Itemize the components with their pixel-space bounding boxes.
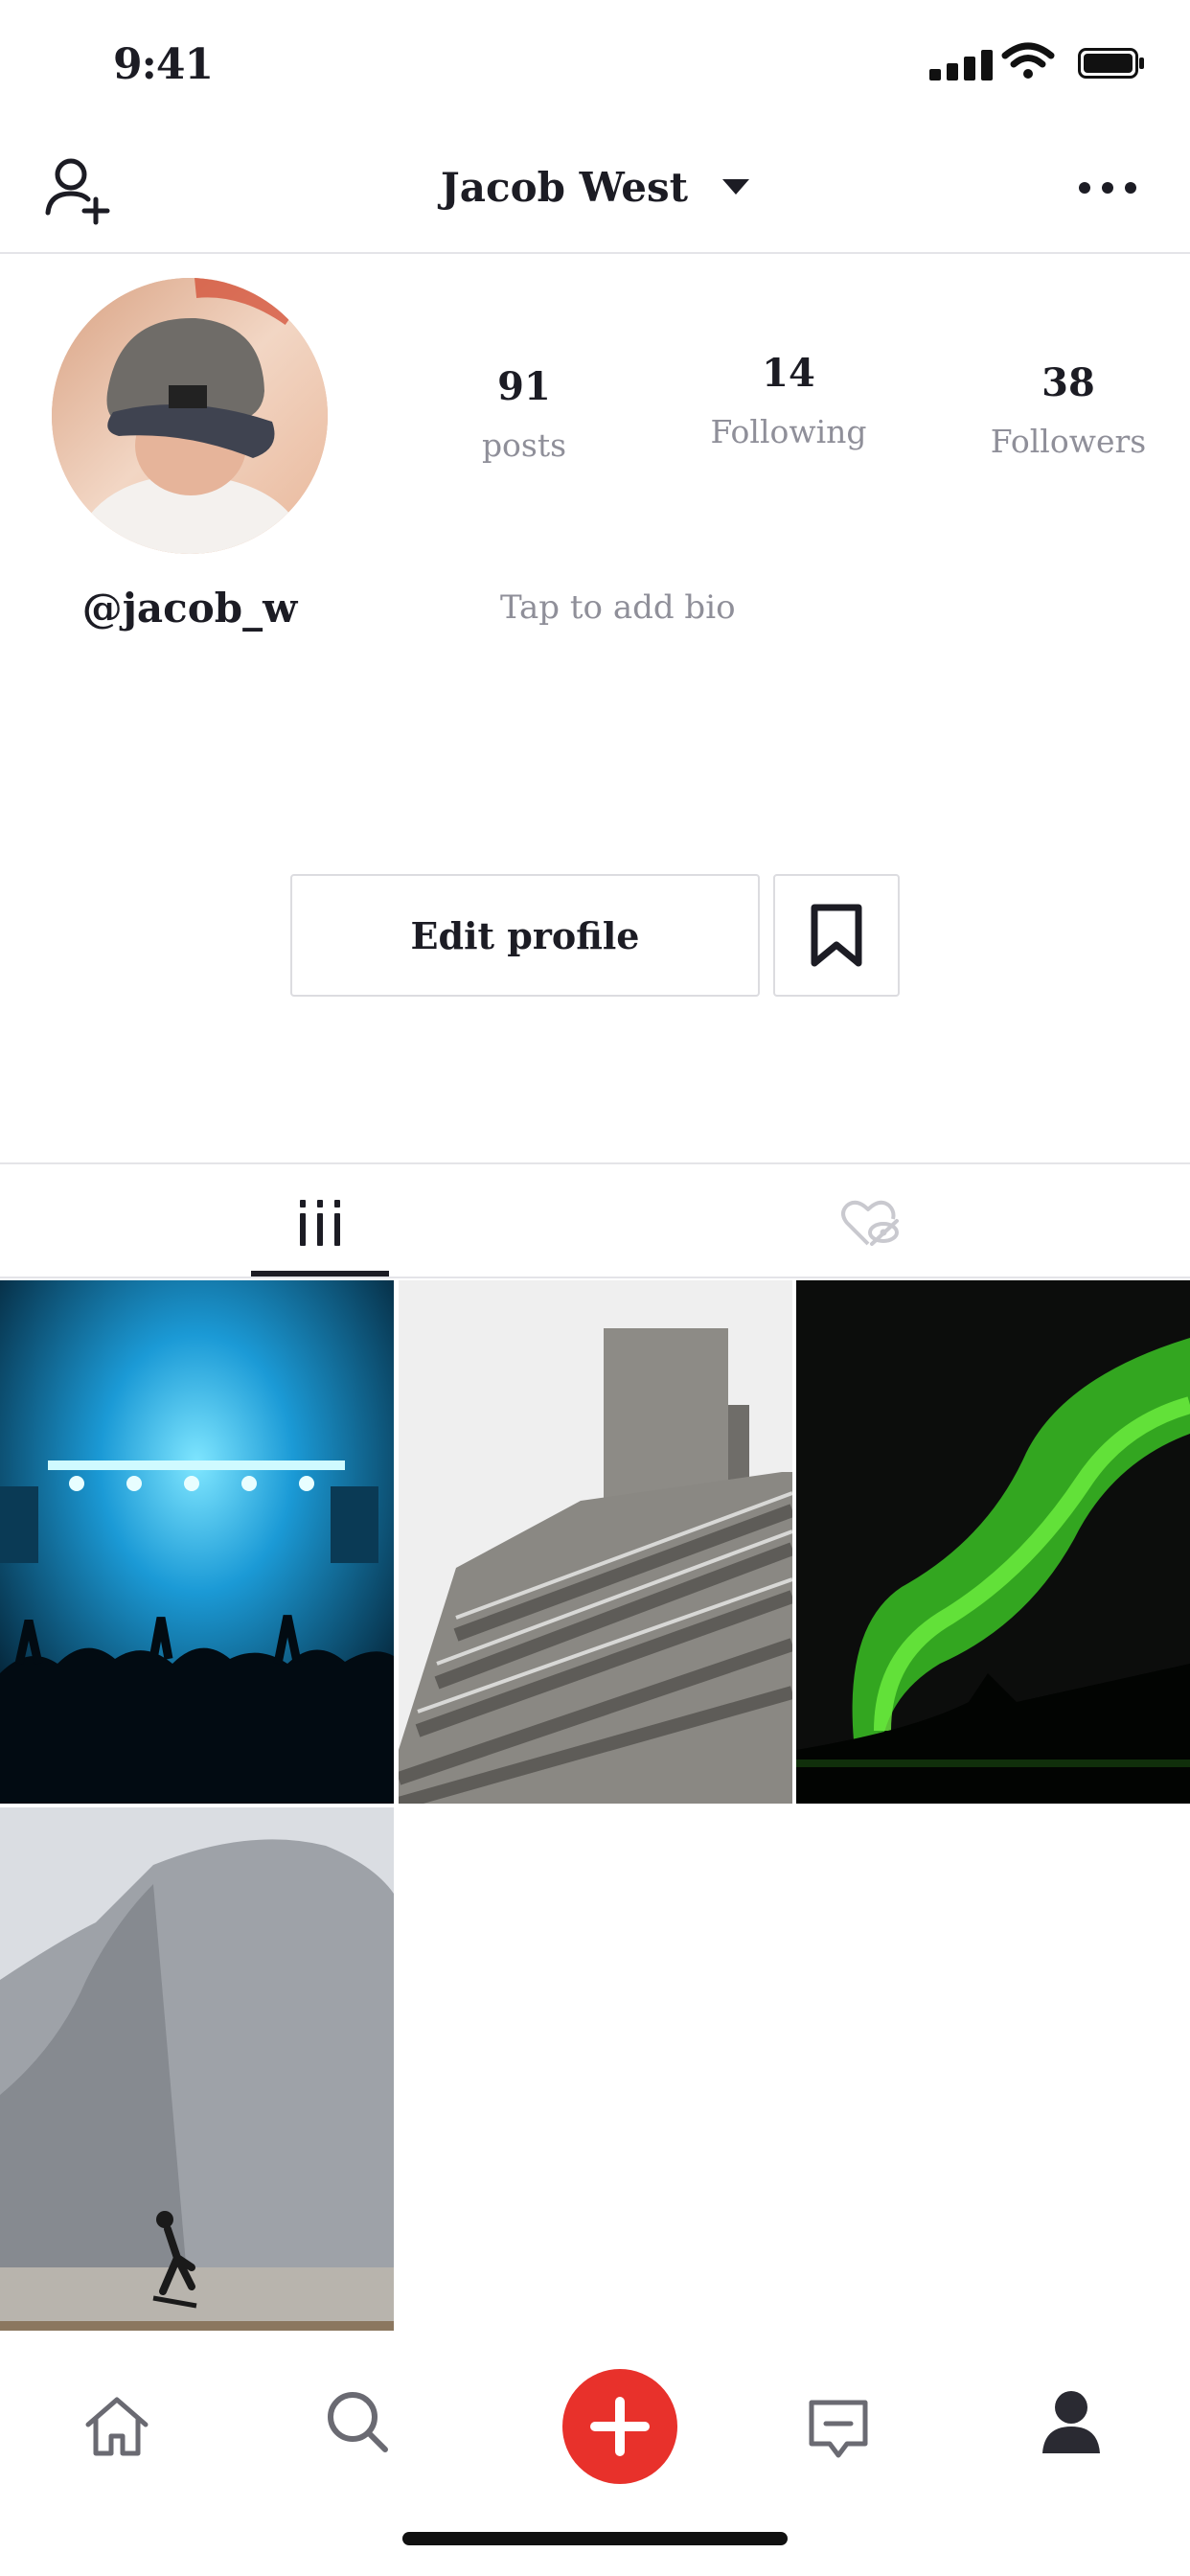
search-icon[interactable] bbox=[324, 2388, 391, 2455]
stat-posts-value: 91 bbox=[497, 364, 551, 409]
wifi-icon bbox=[1001, 42, 1055, 79]
stat-following-label: Following bbox=[710, 413, 867, 450]
tab-posts[interactable] bbox=[251, 1169, 389, 1276]
stat-posts[interactable]: 91 posts bbox=[400, 364, 649, 464]
bio-placeholder[interactable]: Tap to add bio bbox=[500, 588, 736, 627]
profile-icon[interactable] bbox=[1041, 2388, 1102, 2455]
stat-followers[interactable]: 38 Followers bbox=[944, 360, 1190, 460]
saved-posts-button[interactable] bbox=[773, 874, 900, 997]
bookmark-icon bbox=[811, 904, 862, 967]
tab-liked[interactable] bbox=[801, 1169, 939, 1276]
tabs-divider-bottom bbox=[0, 1276, 1190, 1278]
post-thumbnail[interactable] bbox=[796, 1280, 1190, 1804]
status-time: 9:41 bbox=[113, 40, 214, 89]
header-divider bbox=[0, 252, 1190, 254]
post-thumbnail[interactable] bbox=[0, 1280, 394, 1804]
edit-profile-button[interactable]: Edit profile bbox=[290, 874, 760, 997]
grid-icon bbox=[300, 1200, 340, 1246]
home-indicator[interactable] bbox=[402, 2532, 788, 2545]
create-post-button[interactable] bbox=[562, 2369, 677, 2484]
avatar[interactable] bbox=[52, 278, 328, 554]
profile-handle: @jacob_w bbox=[81, 585, 298, 632]
post-thumbnail[interactable] bbox=[0, 1807, 394, 2331]
stat-posts-label: posts bbox=[481, 426, 567, 464]
messages-icon[interactable] bbox=[807, 2398, 870, 2461]
home-icon[interactable] bbox=[82, 2392, 151, 2461]
liked-hidden-icon bbox=[841, 1200, 899, 1246]
plus-icon bbox=[590, 2397, 650, 2456]
cellular-signal-icon bbox=[929, 48, 996, 80]
account-switcher[interactable]: Jacob West bbox=[0, 153, 1190, 220]
battery-icon bbox=[1078, 48, 1144, 79]
stat-followers-label: Followers bbox=[990, 423, 1147, 460]
stat-followers-value: 38 bbox=[1041, 360, 1095, 405]
more-options-icon[interactable] bbox=[1079, 182, 1136, 197]
chevron-down-icon bbox=[722, 179, 750, 195]
stat-following[interactable]: 14 Following bbox=[664, 351, 913, 450]
post-thumbnail[interactable] bbox=[399, 1280, 792, 1804]
stat-following-value: 14 bbox=[762, 351, 815, 396]
tabs-divider-top bbox=[0, 1162, 1190, 1164]
account-name: Jacob West bbox=[440, 163, 689, 211]
